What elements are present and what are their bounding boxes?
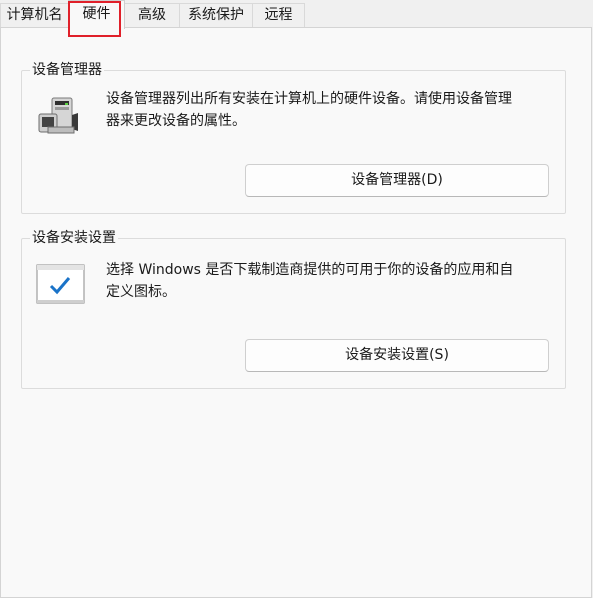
device-install-settings-button[interactable]: 设备安装设置(S) (245, 339, 549, 372)
device-manager-icon (38, 97, 78, 134)
device-manager-group: 设备管理器 设备管理器列出所有安装在计算机上的硬件设备。请使用设备管理 器来更改… (21, 61, 566, 214)
tab-panel-hardware: 设备管理器 设备管理器列出所有安装在计算机上的硬件设备。请使用设备管理 器来更改… (0, 27, 592, 598)
tab-remote[interactable]: 远程 (252, 3, 305, 27)
device-manager-button[interactable]: 设备管理器(D) (245, 164, 549, 197)
tab-strip: 计算机名 硬件 高级 系统保护 远程 (0, 0, 593, 29)
device-manager-description-line2: 器来更改设备的属性。 (106, 113, 246, 129)
device-manager-description: 设备管理器列出所有安装在计算机上的硬件设备。请使用设备管理 器来更改设备的属性。 (106, 88, 556, 132)
device-install-settings-group: 设备安装设置 选择 Windows 是否下载制造商提供的可用于你的设备的应用和自… (21, 229, 566, 389)
device-install-settings-description-line2: 定义图标。 (106, 284, 176, 300)
device-manager-group-title: 设备管理器 (30, 61, 104, 79)
device-install-settings-description: 选择 Windows 是否下载制造商提供的可用于你的设备的应用和自 定义图标。 (106, 259, 556, 303)
device-install-settings-group-title: 设备安装设置 (30, 229, 118, 247)
tab-hardware[interactable]: 硬件 (68, 0, 125, 29)
tab-advanced[interactable]: 高级 (124, 3, 180, 27)
tab-system-protection[interactable]: 系统保护 (179, 3, 253, 27)
checkbox-window-icon (36, 264, 85, 304)
device-manager-description-line1: 设备管理器列出所有安装在计算机上的硬件设备。请使用设备管理 (106, 91, 512, 107)
device-install-settings-description-line1: 选择 Windows 是否下载制造商提供的可用于你的设备的应用和自 (106, 262, 514, 278)
tab-computer-name[interactable]: 计算机名 (0, 3, 69, 27)
